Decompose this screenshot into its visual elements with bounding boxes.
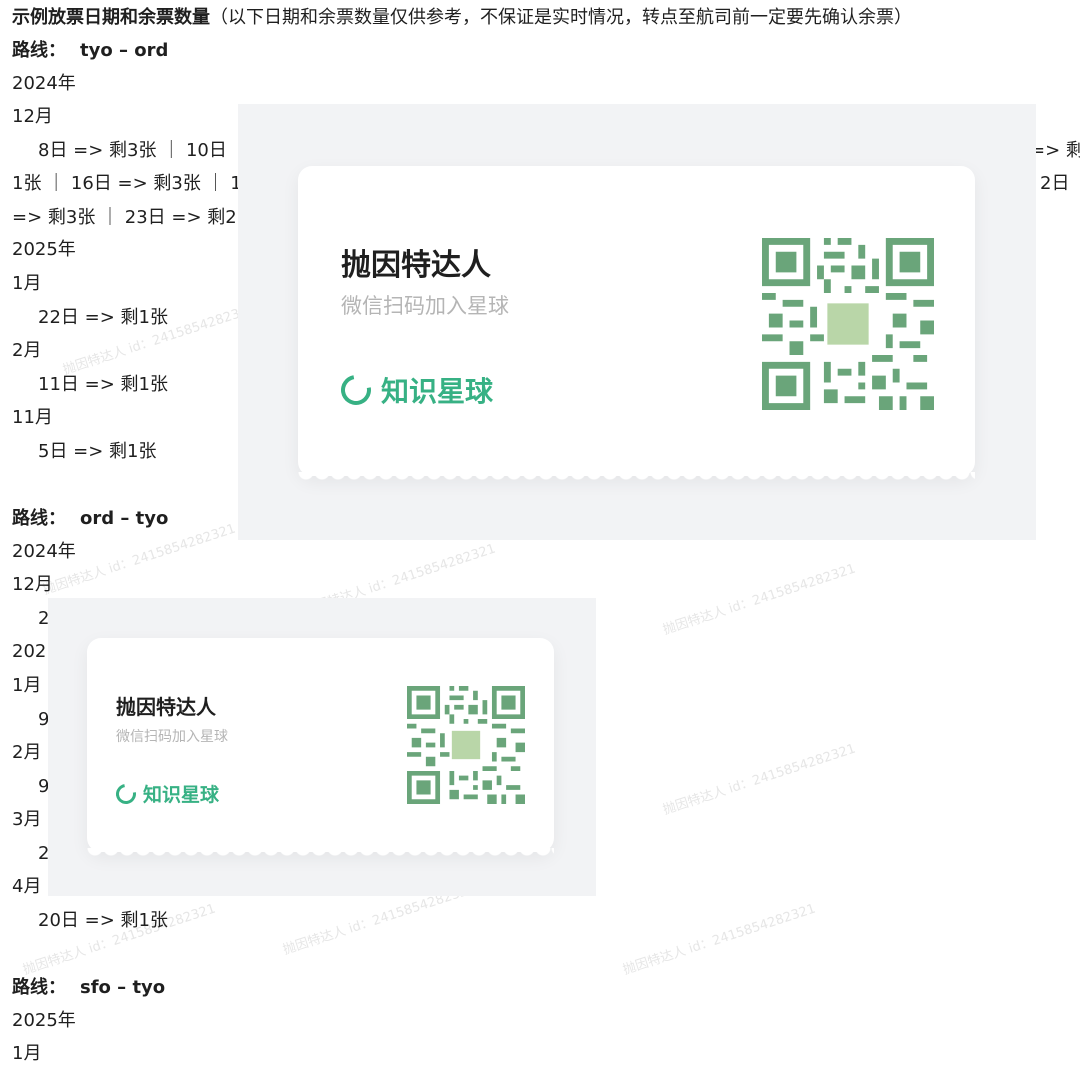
year-label: 2024年 — [12, 73, 76, 94]
year-label: 2025年 — [12, 1010, 76, 1031]
year-label: 2025年 — [12, 239, 76, 260]
promo-card[interactable]: 抛因特达人 微信扫码加入星球 知识星球 — [298, 166, 975, 484]
month-label: 1月 — [12, 273, 42, 294]
heading-note: （以下日期和余票数量仅供参考，不保证是实时情况，转点至航司前一定要先确认余票） — [210, 7, 912, 28]
availability-line: 20日 => 剩1张 — [38, 910, 168, 931]
year-label: 202 — [12, 641, 47, 662]
month-label: 12月 — [12, 574, 53, 595]
qr-avatar-icon — [827, 303, 869, 345]
availability-line: => 剩3张 ｜ 23日 => 剩2 — [12, 207, 237, 228]
availability-line: => 剩 — [1030, 140, 1080, 161]
watermark: 抛因特达人 id：2415854282321 — [661, 741, 858, 819]
route-value: sfo – tyo — [80, 977, 166, 998]
promo-brand-label: 知识星球 — [381, 375, 494, 408]
month-label: 2月 — [12, 742, 42, 763]
month-label: 1月 — [12, 1043, 42, 1064]
qr-code — [407, 686, 525, 804]
watermark: 抛因特达人 id：2415854282321 — [621, 901, 818, 979]
availability-line: 5日 => 剩1张 — [38, 441, 157, 462]
promo-overlay: 抛因特达人 微信扫码加入星球 知识星球 — [48, 598, 596, 896]
availability-line: 2日 — [1040, 173, 1070, 194]
availability-line: 8日 => 剩3张 ｜ 10日 — [38, 140, 227, 161]
promo-title: 抛因特达人 — [116, 695, 216, 719]
route-header: 路线： ord – tyo — [12, 507, 168, 531]
promo-brand: 知识星球 — [112, 779, 220, 808]
month-label: 2月 — [12, 340, 42, 361]
promo-subtitle: 微信扫码加入星球 — [116, 729, 228, 745]
route-value: ord – tyo — [80, 508, 169, 529]
route-value: tyo – ord — [80, 40, 169, 61]
availability-line: 22日 => 剩1张 — [38, 307, 168, 328]
watermark: 抛因特达人 id：2415854282321 — [661, 561, 858, 639]
promo-title: 抛因特达人 — [341, 248, 491, 283]
route-header: 路线： sfo – tyo — [12, 976, 165, 1000]
promo-brand-label: 知识星球 — [143, 784, 220, 806]
zsxq-logo-icon — [335, 369, 377, 411]
route-label: 路线： — [12, 508, 66, 529]
promo-overlay: 抛因特达人 微信扫码加入星球 知识星球 — [238, 104, 1036, 540]
qr-code — [762, 238, 934, 410]
promo-subtitle: 微信扫码加入星球 — [341, 294, 509, 318]
month-label: 12月 — [12, 106, 53, 127]
route-label: 路线： — [12, 977, 66, 998]
qr-avatar-icon — [451, 730, 481, 760]
route-label: 路线： — [12, 40, 66, 61]
promo-card[interactable]: 抛因特达人 微信扫码加入星球 知识星球 — [87, 638, 554, 860]
availability-line: 11日 => 剩1张 — [38, 374, 168, 395]
month-label: 3月 — [12, 809, 42, 830]
page-heading: 示例放票日期和余票数量（以下日期和余票数量仅供参考，不保证是实时情况，转点至航司… — [12, 6, 912, 30]
availability-line: 1张 ｜ 16日 => 剩3张 ｜ 1 — [12, 173, 242, 194]
month-label: 1月 — [12, 675, 42, 696]
year-label: 2024年 — [12, 541, 76, 562]
zsxq-logo-icon — [112, 779, 140, 808]
heading-title: 示例放票日期和余票数量 — [12, 7, 210, 28]
promo-brand: 知识星球 — [335, 369, 494, 411]
route-header: 路线： tyo – ord — [12, 39, 168, 63]
month-label: 4月 — [12, 876, 42, 897]
month-label: 11月 — [12, 407, 53, 428]
